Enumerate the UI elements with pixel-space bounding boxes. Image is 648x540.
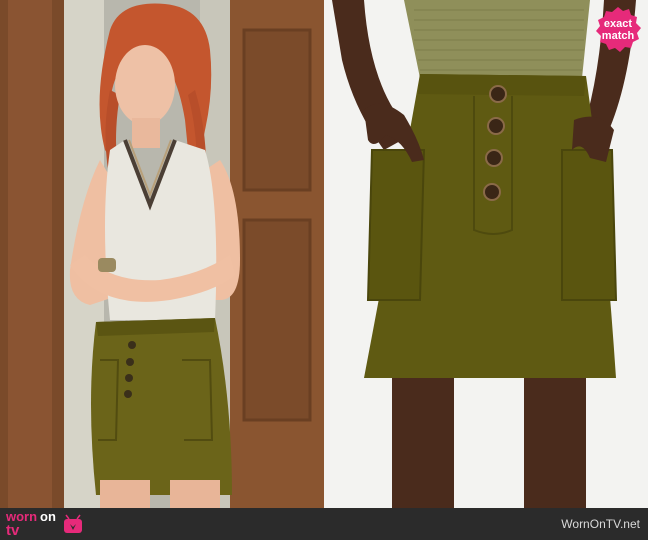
image-canvas: exact match worn on tv WornOnTV.net — [0, 0, 648, 540]
logo-word-tv: tv — [6, 522, 20, 539]
logo-word-on: on — [40, 509, 56, 524]
wornontv-logo[interactable]: worn on tv — [6, 510, 86, 538]
badge-line1: exact — [603, 18, 633, 30]
scene-photo — [0, 0, 324, 508]
footer-bar: worn on tv WornOnTV.net — [0, 508, 648, 540]
site-name[interactable]: WornOnTV.net — [561, 517, 640, 531]
tv-icon — [64, 514, 82, 533]
exact-match-badge: exact match — [594, 6, 642, 54]
badge-line2: match — [601, 30, 635, 42]
product-photo — [324, 0, 648, 508]
